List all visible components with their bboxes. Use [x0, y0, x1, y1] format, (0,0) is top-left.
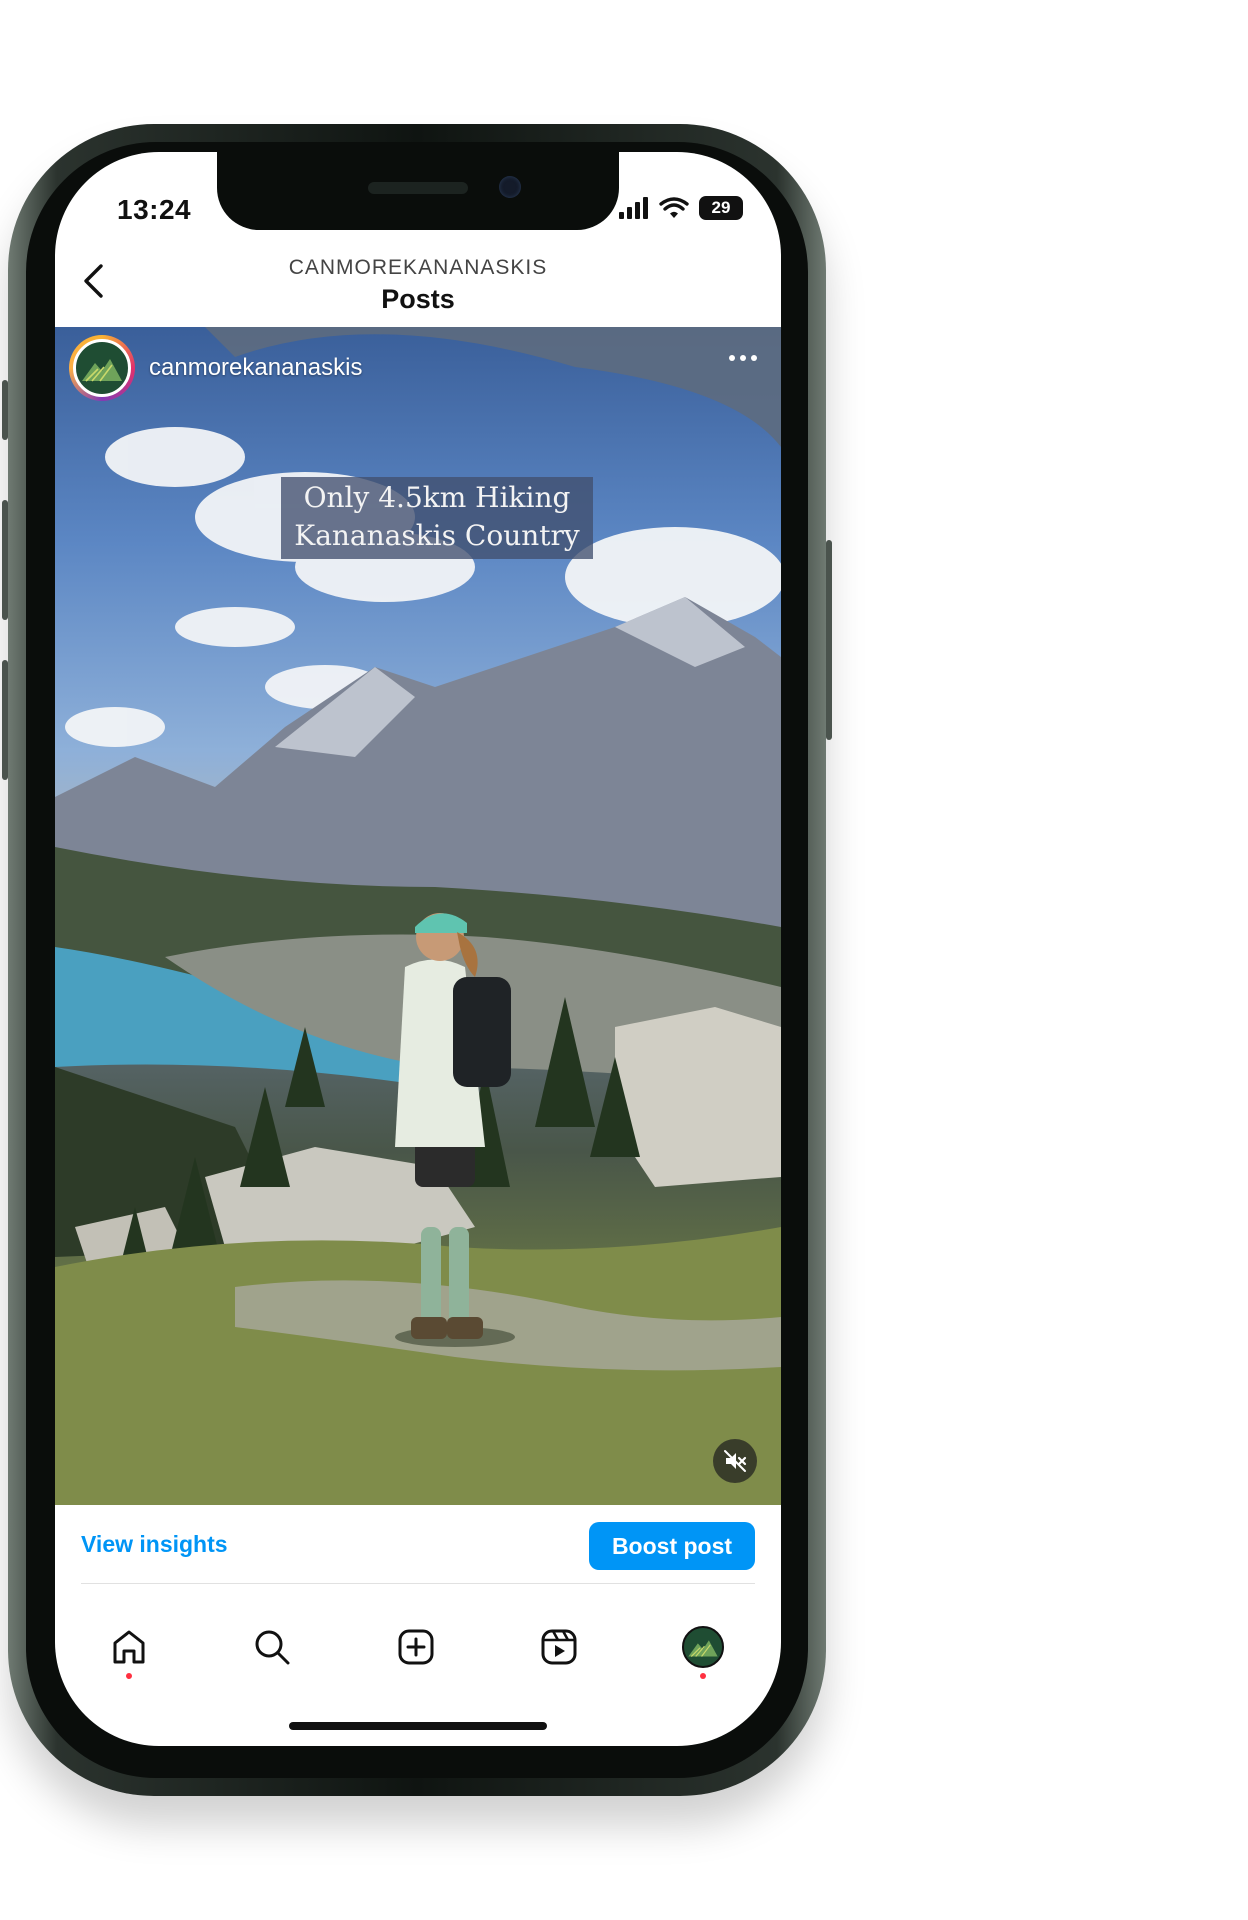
- battery-indicator: 29: [699, 196, 743, 220]
- divider: [81, 1583, 755, 1584]
- boost-post-button[interactable]: Boost post: [589, 1522, 755, 1570]
- notification-dot: [126, 1673, 132, 1679]
- view-insights-link[interactable]: View insights: [81, 1531, 228, 1558]
- speaker-muted-icon: [724, 1450, 747, 1472]
- post-author[interactable]: canmorekananaskis: [69, 335, 362, 401]
- story-ring: [69, 335, 135, 401]
- home-icon: [113, 1630, 145, 1664]
- nav-reels[interactable]: [519, 1607, 599, 1687]
- search-icon: [255, 1630, 290, 1665]
- volume-up-button: [2, 500, 8, 620]
- more-dot-icon: [751, 355, 757, 361]
- caption-line-1: Only 4.5km Hiking: [303, 481, 571, 514]
- posts-header: CANMOREKANANASKIS Posts: [55, 252, 781, 320]
- status-icons: 29: [619, 196, 743, 220]
- create-icon: [398, 1629, 434, 1665]
- video-caption-overlay: Only 4.5km Hiking Kananaskis Country: [281, 477, 593, 559]
- nav-search[interactable]: [232, 1607, 312, 1687]
- page-title: Posts: [381, 284, 455, 314]
- caption-line-2: Kananaskis Country: [294, 519, 580, 552]
- status-time: 13:24: [117, 194, 192, 225]
- mountain-logo-icon: [82, 359, 122, 382]
- reels-icon: [541, 1629, 577, 1665]
- avatar: [73, 339, 131, 397]
- cellular-signal-icon: [619, 197, 648, 219]
- nav-create[interactable]: [376, 1607, 456, 1687]
- home-indicator[interactable]: [289, 1722, 547, 1730]
- nav-profile[interactable]: [663, 1607, 743, 1687]
- nav-home[interactable]: [89, 1607, 169, 1687]
- volume-down-button: [2, 660, 8, 780]
- speaker-grille: [368, 182, 468, 194]
- notification-dot: [700, 1673, 706, 1679]
- more-dot-icon: [729, 355, 735, 361]
- wifi-icon: [659, 197, 689, 218]
- account-handle: CANMOREKANANASKIS: [288, 256, 548, 279]
- more-options-button[interactable]: [729, 355, 757, 361]
- notch: [217, 152, 619, 230]
- post-username[interactable]: canmorekananaskis: [149, 354, 362, 382]
- side-button-right: [826, 540, 832, 740]
- phone-screen: 13:24 29 CANMOREKANANASKIS Posts canmore…: [55, 152, 781, 1746]
- front-camera: [499, 176, 521, 198]
- bottom-navigation: [55, 1607, 781, 1697]
- profile-icon: [682, 1626, 724, 1668]
- post-actions: View insights Boost post: [55, 1505, 781, 1595]
- silent-switch: [2, 380, 8, 440]
- post-video[interactable]: canmorekananaskis Only 4.5km Hiking Kana…: [55, 327, 781, 1505]
- mute-button[interactable]: [713, 1439, 757, 1483]
- mountain-logo-icon: [688, 1640, 718, 1657]
- more-dot-icon: [740, 355, 746, 361]
